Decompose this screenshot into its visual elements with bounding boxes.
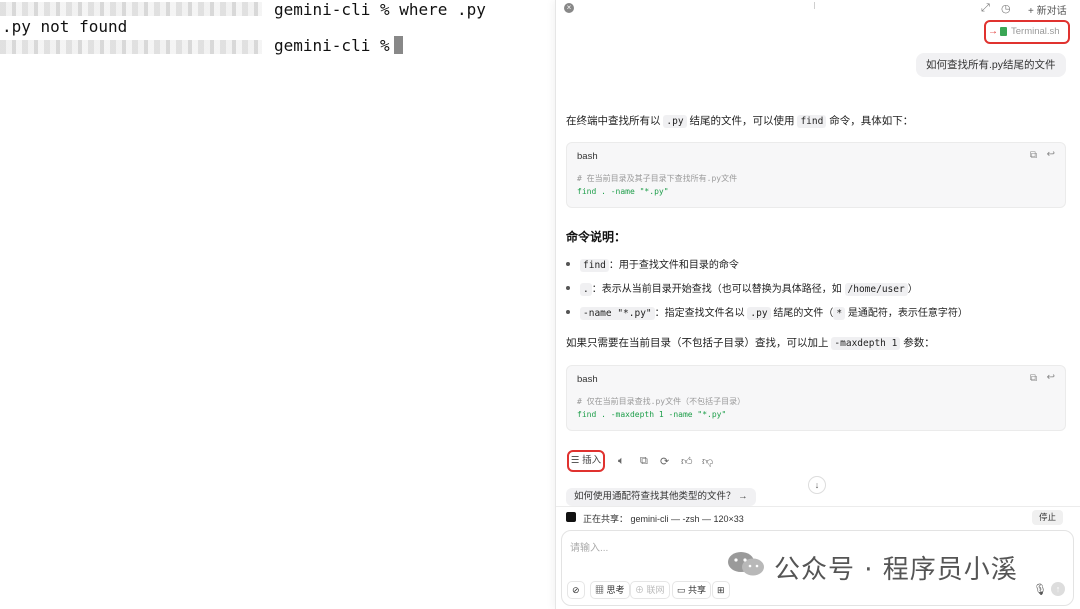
assistant-panel: × ⤢ ◷ + 新对话 → Terminal.sh 如何查找所有.py结尾的文件… xyxy=(555,0,1080,609)
code-language: bash xyxy=(577,374,598,385)
think-toggle[interactable]: ▦ 思考 xyxy=(590,581,630,599)
wrap-icon[interactable]: ↩ xyxy=(1047,149,1055,160)
terminal-icon xyxy=(566,512,576,522)
thumbs-up-icon[interactable]: 👍︎ xyxy=(681,455,693,468)
attach-icon[interactable]: ⊘ xyxy=(567,581,585,599)
attached-file-chip[interactable]: → Terminal.sh xyxy=(984,20,1070,44)
watermark-text: 公众号 · 程序员小溪 xyxy=(774,555,1018,585)
web-search-toggle[interactable]: ⊕ 联网 xyxy=(630,581,670,599)
copy-icon[interactable]: ⧉ xyxy=(640,455,648,468)
copy-icon[interactable]: ⧉ xyxy=(1030,150,1037,161)
answer-paragraph: 如果只需要在当前目录（不包括子目录）查找，可以加上 -maxdepth 1 参数… xyxy=(566,337,935,350)
terminal-prompt-line[interactable]: gemini-cli % xyxy=(274,36,403,56)
history-icon[interactable]: ◷ xyxy=(1001,2,1011,15)
text-cursor xyxy=(393,36,403,54)
terminal-window[interactable]: gemini-cli % where .py .py not found gem… xyxy=(0,0,552,609)
file-icon xyxy=(1000,27,1007,36)
code-comment: # 仅在当前目录查找.py文件（不包括子目录） xyxy=(577,397,746,406)
answer-intro: 在终端中查找所有以 .py 结尾的文件，可以使用 find 命令，具体如下： xyxy=(566,115,914,128)
user-message: 如何查找所有.py结尾的文件 xyxy=(916,53,1066,77)
regenerate-icon[interactable]: ⟳ xyxy=(660,455,669,468)
code-comment: # 在当前目录及其子目录下查找所有.py文件 xyxy=(577,174,738,183)
redacted-prompt xyxy=(0,2,262,16)
new-chat-button[interactable]: + 新对话 xyxy=(1028,2,1067,17)
list-item: . ：表示从当前目录开始查找（也可以替换为具体路径，如 /home/user） xyxy=(566,280,918,296)
share-toggle[interactable]: ▭ 共享 xyxy=(672,581,712,599)
wechat-logo-icon xyxy=(728,552,764,576)
drag-handle[interactable] xyxy=(814,2,815,9)
code-block: bash ⧉ ↩ # 仅在当前目录查找.py文件（不包括子目录） find . … xyxy=(566,365,1066,431)
send-icon[interactable]: ↑ xyxy=(1051,582,1065,596)
terminal-prompt: gemini-cli % xyxy=(274,36,390,55)
terminal-output: .py not found xyxy=(2,17,128,36)
grid-icon[interactable]: ⊞ xyxy=(712,581,730,599)
close-icon[interactable]: × xyxy=(564,3,574,13)
code-block: bash ⧉ ↩ # 在当前目录及其子目录下查找所有.py文件 find . -… xyxy=(566,142,1066,208)
arrow-right-icon: → xyxy=(988,26,998,37)
sharing-status-text: 正在共享： gemini-cli — -zsh — 120×33 xyxy=(583,514,744,524)
insert-button[interactable]: ☰ 插入 xyxy=(567,450,605,472)
scroll-down-icon[interactable]: ↓ xyxy=(808,476,826,494)
file-name: Terminal.sh xyxy=(1011,26,1060,37)
list-item: -name "*.py" ：指定查找文件名以 .py 结尾的文件（ * 是通配符，表… xyxy=(566,304,968,320)
terminal-command-line: gemini-cli % where .py xyxy=(274,0,486,19)
expand-icon[interactable]: ⤢ xyxy=(981,2,990,15)
redacted-prompt xyxy=(0,40,262,54)
section-heading: 命令说明： xyxy=(566,230,627,244)
code-command: find . -name "*.py" xyxy=(577,187,669,196)
wrap-icon[interactable]: ↩ xyxy=(1047,372,1055,383)
speaker-icon[interactable]: 🔈︎ xyxy=(618,455,625,468)
code-language: bash xyxy=(577,151,598,162)
copy-icon[interactable]: ⧉ xyxy=(1030,373,1037,384)
stop-sharing-button[interactable]: 停止 xyxy=(1031,510,1063,525)
sharing-status-bar: 正在共享： gemini-cli — -zsh — 120×33 停止 xyxy=(556,506,1080,529)
thumbs-down-icon[interactable]: 👎︎ xyxy=(702,455,713,468)
list-item: find ：用于查找文件和目录的命令 xyxy=(566,256,739,272)
input-placeholder: 请输入... xyxy=(570,543,609,554)
suggested-question[interactable]: 如何使用通配符查找其他类型的文件？ → xyxy=(566,488,756,506)
microphone-icon[interactable]: 🎙︎ xyxy=(1033,583,1047,596)
code-command: find . -maxdepth 1 -name "*.py" xyxy=(577,410,727,419)
